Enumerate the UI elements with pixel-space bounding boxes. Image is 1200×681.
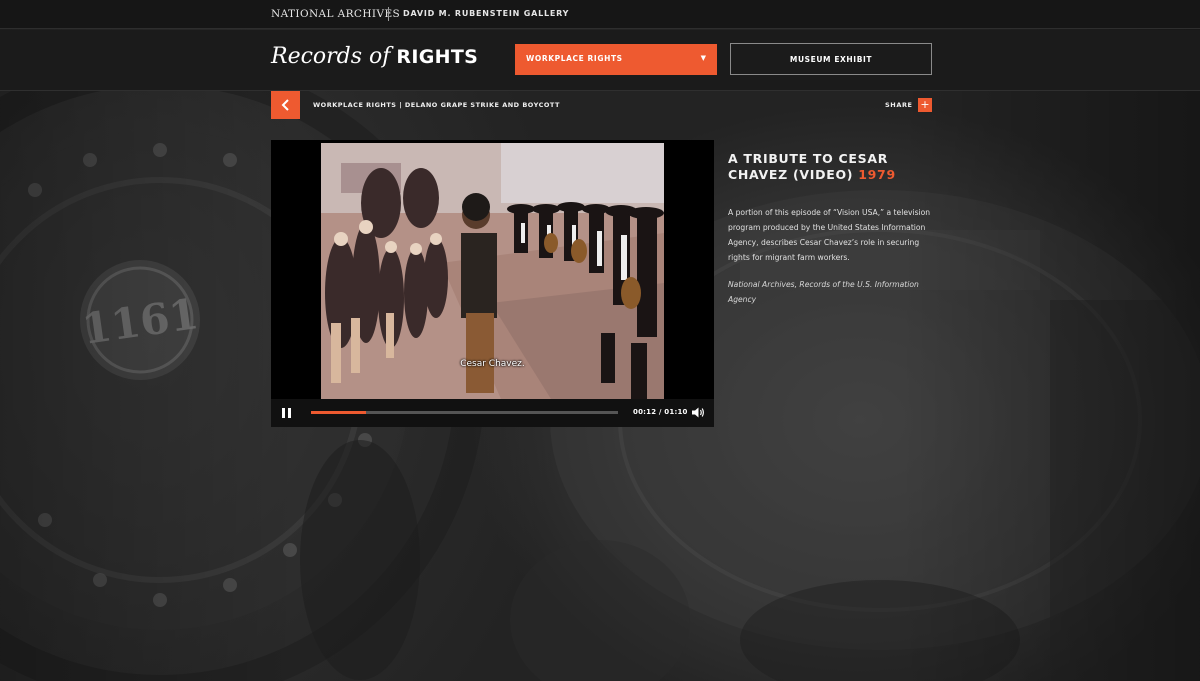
pause-icon[interactable]: [282, 408, 291, 418]
video-progress-bar[interactable]: [311, 411, 618, 414]
video-frame[interactable]: Cesar Chavez.: [321, 143, 664, 399]
record-info: A TRIBUTE TO CESAR CHAVEZ (VIDEO) 1979 A…: [728, 151, 933, 307]
record-description: A portion of this episode of “Vision USA…: [728, 208, 931, 262]
record-year: 1979: [858, 167, 896, 182]
video-subtitle: Cesar Chavez.: [460, 359, 525, 369]
logo-script-text: Records of: [271, 44, 391, 69]
share-label[interactable]: SHARE: [885, 101, 913, 109]
video-player[interactable]: Cesar Chavez. 00:12 / 01:10: [271, 140, 714, 427]
back-button[interactable]: [271, 91, 300, 119]
top-bar: NATIONAL ARCHIVES DAVID M. RUBENSTEIN GA…: [0, 0, 1200, 29]
records-of-rights-logo[interactable]: Records of RIGHTS: [271, 44, 478, 69]
video-time: 00:12 / 01:10: [633, 408, 688, 416]
category-select[interactable]: WORKPLACE RIGHTS ▼: [515, 44, 717, 75]
record-credit: National Archives, Records of the U.S. I…: [728, 280, 919, 304]
site-header: Records of RIGHTS WORKPLACE RIGHTS ▼ MUSE…: [0, 30, 1200, 91]
share-plus-icon[interactable]: +: [918, 98, 932, 112]
gallery-link[interactable]: DAVID M. RUBENSTEIN GALLERY: [403, 9, 569, 18]
chevron-down-icon: ▼: [700, 54, 706, 62]
museum-exhibit-button[interactable]: MUSEUM EXHIBIT: [730, 43, 932, 75]
volume-icon[interactable]: [692, 407, 705, 418]
video-progress-fill: [311, 411, 367, 414]
breadcrumb: WORKPLACE RIGHTS | DELANO GRAPE STRIKE A…: [313, 101, 560, 109]
museum-exhibit-label: MUSEUM EXHIBIT: [789, 55, 873, 64]
national-archives-link[interactable]: NATIONAL ARCHIVES: [271, 8, 400, 20]
record-title-heading: A TRIBUTE TO CESAR CHAVEZ (VIDEO) 1979: [728, 151, 933, 183]
chevron-left-icon: [281, 99, 289, 111]
category-select-value: WORKPLACE RIGHTS: [526, 54, 623, 63]
video-controls: 00:12 / 01:10: [271, 399, 714, 427]
logo-bold-text: RIGHTS: [396, 46, 479, 68]
topbar-divider: [388, 7, 389, 21]
